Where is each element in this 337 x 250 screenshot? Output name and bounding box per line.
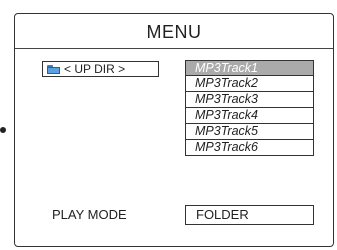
menu-title: MENU <box>146 22 202 42</box>
track-item[interactable]: MP3Track6 <box>185 140 314 156</box>
side-bullet <box>0 127 6 133</box>
track-item[interactable]: MP3Track5 <box>185 124 314 140</box>
play-mode-label: PLAY MODE <box>52 207 127 222</box>
up-dir-label: < UP DIR > <box>64 62 126 76</box>
play-mode-value[interactable]: FOLDER <box>185 205 314 225</box>
track-list: MP3Track1 MP3Track2 MP3Track3 MP3Track4 … <box>185 60 314 156</box>
menu-panel: MENU < UP DIR > MP3Track1 MP3Track2 MP3T… <box>14 13 334 247</box>
track-item[interactable]: MP3Track1 <box>185 60 314 76</box>
track-item[interactable]: MP3Track3 <box>185 92 314 108</box>
track-item[interactable]: MP3Track4 <box>185 108 314 124</box>
track-item[interactable]: MP3Track2 <box>185 76 314 92</box>
up-dir-button[interactable]: < UP DIR > <box>42 61 159 77</box>
folder-icon <box>47 64 60 74</box>
title-divider <box>15 48 333 49</box>
